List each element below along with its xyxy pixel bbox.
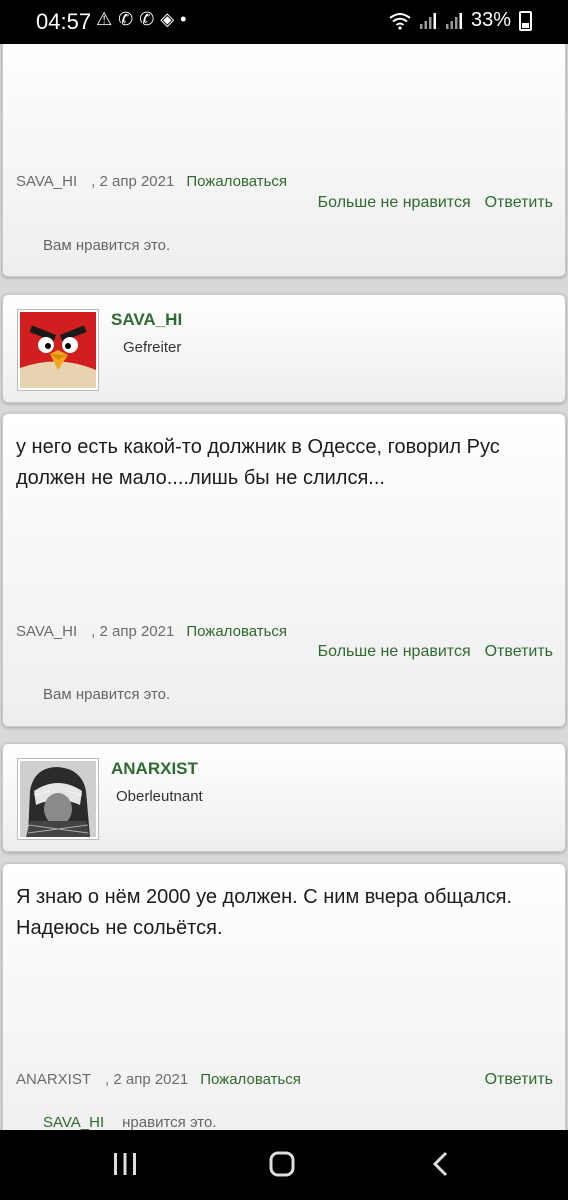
signal-icon-2 — [445, 12, 462, 29]
home-icon[interactable] — [268, 1150, 296, 1178]
report-link[interactable]: Пожаловаться — [186, 623, 287, 640]
recent-apps-icon[interactable] — [112, 1150, 138, 1178]
user-info-card: ANARXIST Oberleutnant — [2, 743, 566, 852]
thread-page[interactable]: SAVA_HI , 2 апр 2021 Пожаловаться Больше н… — [0, 44, 568, 1130]
likes-text: нравится это. — [122, 1114, 217, 1130]
post-card: у него есть какой-то должник в Одессе, г… — [2, 413, 566, 727]
battery-icon — [519, 10, 532, 31]
status-time: 04:57 — [36, 9, 92, 34]
user-name-link[interactable]: SAVA_HI — [111, 310, 182, 330]
post-actions: Ответить — [471, 1071, 553, 1089]
likes-text: Вам нравится это. — [43, 686, 171, 703]
post-card: Я знаю о нём 2000 уе должен. С ним вчера… — [2, 863, 566, 1130]
post-text: Я знаю о нём 2000 уе должен. С ним вчера… — [16, 886, 513, 939]
likes-summary: Вам нравится это. — [43, 686, 170, 703]
post-meta: ANARXIST , 2 апр 2021 Пожаловаться — [16, 1071, 301, 1088]
user-name-link[interactable]: ANARXIST — [111, 759, 198, 779]
post-card: SAVA_HI , 2 апр 2021 Пожаловаться Больше н… — [2, 44, 566, 277]
user-rank: Oberleutnant — [116, 788, 203, 805]
likes-text: Вам нравится это. — [43, 237, 171, 254]
reply-link[interactable]: Ответить — [485, 643, 553, 660]
post-date: , 2 апр 2021 — [91, 623, 175, 640]
wifi-icon — [389, 12, 411, 30]
navigation-bar — [0, 1130, 568, 1200]
back-icon[interactable] — [430, 1150, 450, 1178]
viber-icon: ✆ — [118, 9, 140, 29]
dot-icon: • — [180, 9, 193, 29]
battery-percent: 33% — [470, 9, 511, 31]
status-bar: 04:57 ⚠✆✆◈• 33% — [0, 0, 568, 44]
post-author-link[interactable]: SAVA_HI — [16, 173, 77, 190]
post-actions: Больше не нравится Ответить — [304, 643, 553, 661]
post-author-link[interactable]: ANARXIST — [16, 1071, 91, 1088]
reply-link[interactable]: Ответить — [485, 194, 553, 211]
reply-link[interactable]: Ответить — [485, 1071, 553, 1088]
likes-summary: Вам нравится это. — [43, 237, 170, 254]
likes-summary: SAVA_HI нравится это. — [43, 1114, 216, 1130]
post-actions: Больше не нравится Ответить — [304, 194, 553, 212]
signal-icon — [419, 12, 436, 29]
user-info-card: SAVA_HI Gefreiter — [2, 294, 566, 403]
status-right: 33% — [389, 9, 532, 32]
viber-icon-2: ✆ — [139, 9, 161, 29]
user-rank: Gefreiter — [123, 339, 182, 356]
unlike-link[interactable]: Больше не нравится — [318, 643, 471, 660]
shield-app-icon: ◈ — [160, 9, 181, 29]
report-link[interactable]: Пожаловаться — [200, 1071, 301, 1088]
post-meta: SAVA_HI , 2 апр 2021 Пожаловаться — [16, 173, 287, 190]
warning-icon: ⚠ — [96, 9, 119, 29]
post-text: у него есть какой-то должник в Одессе, г… — [16, 436, 500, 489]
report-link[interactable]: Пожаловаться — [186, 173, 287, 190]
post-meta: SAVA_HI , 2 апр 2021 Пожаловаться — [16, 623, 287, 640]
post-date: , 2 апр 2021 — [91, 173, 175, 190]
angry-bird-avatar[interactable] — [17, 309, 99, 391]
liker-link[interactable]: SAVA_HI — [43, 1114, 104, 1130]
keffiyeh-portrait-avatar[interactable] — [17, 758, 99, 840]
unlike-link[interactable]: Больше не нравится — [318, 194, 471, 211]
post-author-link[interactable]: SAVA_HI — [16, 623, 77, 640]
post-date: , 2 апр 2021 — [105, 1071, 189, 1088]
notification-icons: ⚠✆✆◈• — [96, 9, 192, 30]
